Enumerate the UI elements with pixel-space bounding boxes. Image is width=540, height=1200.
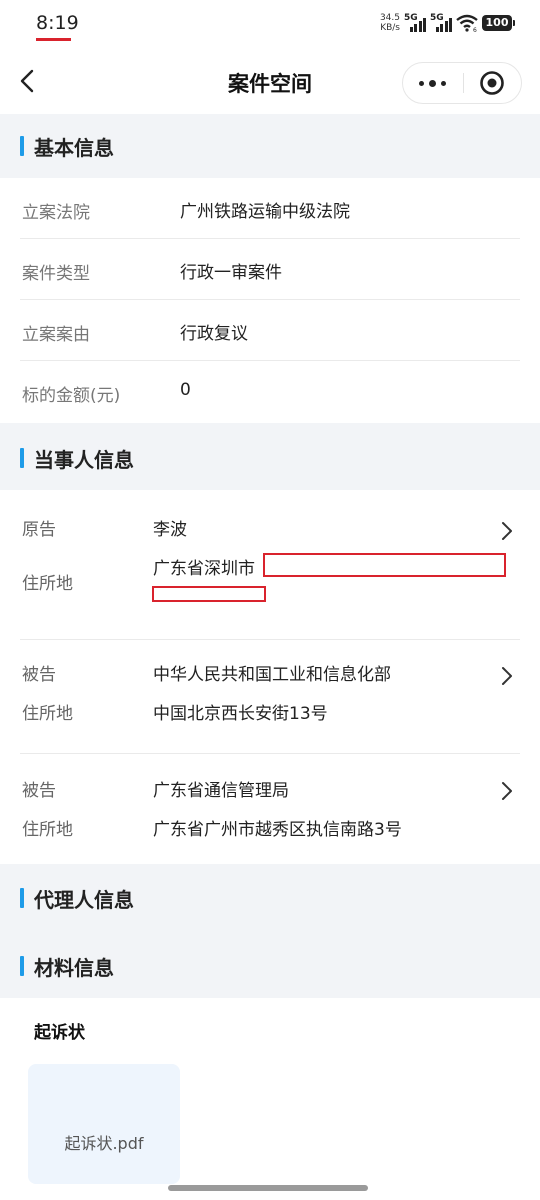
section-accent-bar	[20, 448, 24, 468]
section-title: 当事人信息	[34, 448, 134, 472]
party-name: 中华人民共和国工业和信息化部	[153, 665, 391, 685]
section-title: 基本信息	[34, 136, 114, 160]
section-accent-bar	[20, 136, 24, 156]
party-address: 广东省深圳市	[153, 559, 255, 579]
section-title: 材料信息	[34, 956, 114, 980]
section-accent-bar	[20, 956, 24, 976]
chevron-right-icon	[502, 667, 512, 685]
info-value: 行政一审案件	[180, 263, 282, 283]
more-dots-icon[interactable]	[403, 62, 463, 104]
info-value: 广州铁路运输中级法院	[180, 202, 350, 222]
party-info-card: 原告 李波 住所地 广东省深圳市 被告 中华人民共和国工业和信息化部 住所地 中…	[0, 490, 540, 864]
file-name: 起诉状.pdf	[64, 1134, 144, 1153]
material-group-title: 起诉状	[34, 1023, 85, 1043]
party-role-label: 原告	[22, 520, 56, 540]
info-label: 立案案由	[22, 325, 90, 345]
signal-icon-sim1: 5G	[404, 13, 426, 32]
status-time: 8:19	[36, 12, 79, 34]
basic-info-card: 立案法院 广州铁路运输中级法院 案件类型 行政一审案件 立案案由 行政复议 标的…	[0, 178, 540, 423]
info-row-amount: 标的金额(元) 0	[20, 361, 520, 422]
party-address: 中国北京西长安街13号	[153, 704, 328, 724]
chevron-right-icon	[502, 782, 512, 800]
info-row-court: 立案法院 广州铁路运输中级法院	[20, 178, 520, 239]
material-card: 起诉状 起诉状.pdf	[0, 998, 540, 1200]
network-speed-value: 34.5	[379, 13, 400, 23]
section-basic-info: 基本信息	[0, 114, 540, 178]
party-role-label: 被告	[22, 781, 56, 801]
party-role-label: 被告	[22, 665, 56, 685]
section-title: 代理人信息	[34, 888, 134, 912]
party-address: 广东省广州市越秀区执信南路3号	[153, 820, 402, 840]
wifi-icon: 6	[456, 14, 478, 32]
miniprogram-capsule	[402, 62, 522, 104]
wifi-sub-label: 6	[473, 27, 477, 32]
party-item-defendant[interactable]: 被告 广东省通信管理局 住所地 广东省广州市越秀区执信南路3号	[20, 754, 520, 864]
party-name: 广东省通信管理局	[153, 781, 289, 801]
status-bar: 8:19 34.5 KB/s 5G 5G 6 100	[0, 0, 540, 50]
redaction-box	[263, 553, 506, 577]
address-label: 住所地	[22, 574, 73, 594]
info-row-case-type: 案件类型 行政一审案件	[20, 239, 520, 300]
nav-bar: 案件空间	[0, 50, 540, 114]
file-thumbnail[interactable]: 起诉状.pdf	[28, 1064, 180, 1184]
battery-icon: 100	[482, 15, 515, 31]
time-underline	[36, 38, 71, 41]
signal-icon-sim2: 5G	[430, 13, 452, 32]
section-agent-info: 代理人信息	[0, 866, 540, 930]
info-label: 标的金额(元)	[22, 386, 121, 406]
section-party-info: 当事人信息	[0, 426, 540, 490]
home-indicator[interactable]	[168, 1185, 368, 1191]
party-item-plaintiff[interactable]: 原告 李波 住所地 广东省深圳市	[20, 490, 520, 640]
info-label: 案件类型	[22, 264, 90, 284]
chevron-right-icon	[502, 522, 512, 540]
section-accent-bar	[20, 888, 24, 908]
info-value: 0	[180, 380, 191, 400]
info-value: 行政复议	[180, 324, 248, 344]
party-item-defendant[interactable]: 被告 中华人民共和国工业和信息化部 住所地 中国北京西长安街13号	[20, 640, 520, 754]
target-icon[interactable]	[463, 62, 521, 104]
redaction-box	[152, 586, 266, 602]
status-indicators: 34.5 KB/s 5G 5G 6 100	[380, 13, 515, 33]
section-material-info: 材料信息	[0, 934, 540, 998]
info-label: 立案法院	[22, 203, 90, 223]
network-speed: 34.5 KB/s	[380, 13, 400, 33]
address-label: 住所地	[22, 704, 73, 724]
party-name: 李波	[153, 520, 187, 540]
network-speed-unit: KB/s	[380, 23, 400, 33]
info-row-cause: 立案案由 行政复议	[20, 300, 520, 361]
address-label: 住所地	[22, 820, 73, 840]
